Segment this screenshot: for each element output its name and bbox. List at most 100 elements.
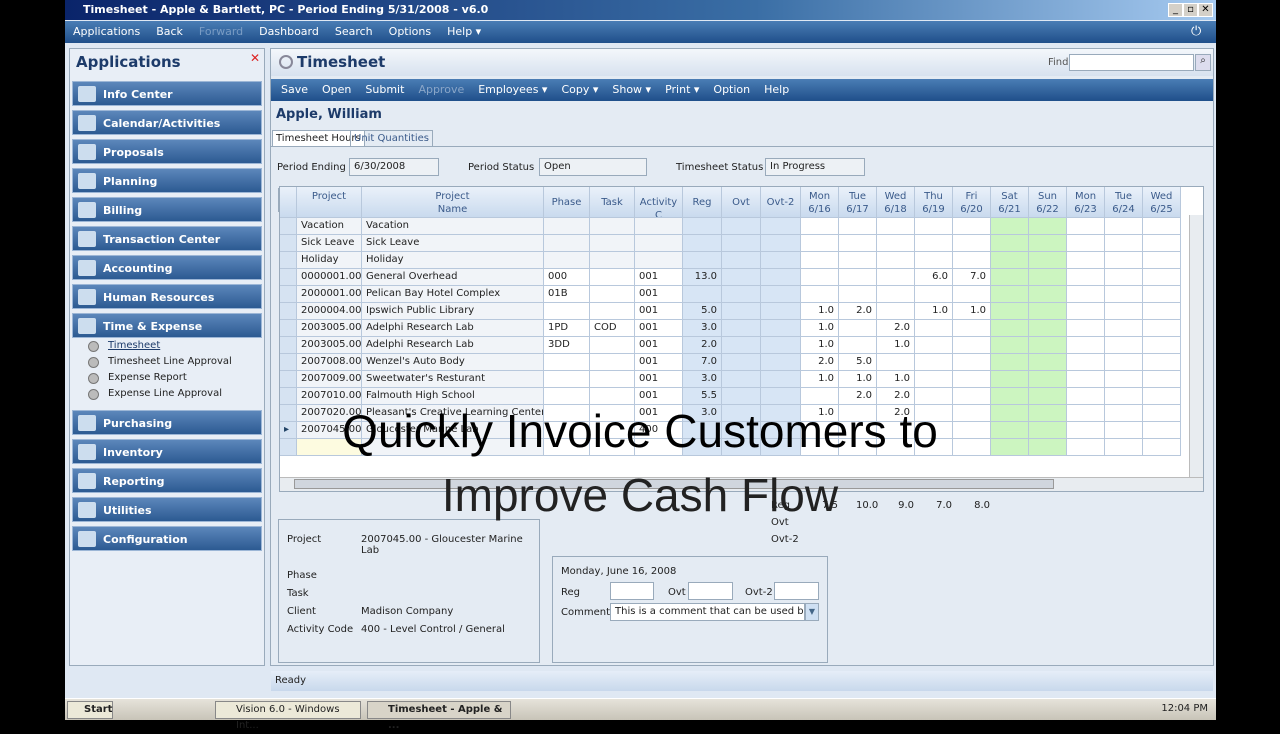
grid-cell[interactable]: 000 <box>544 269 590 286</box>
grid-cell[interactable]: 001 <box>635 286 683 303</box>
grid-cell[interactable] <box>877 303 915 320</box>
column-header[interactable]: Ovt-2 <box>761 187 801 218</box>
grid-cell[interactable] <box>590 337 635 354</box>
column-header[interactable]: Phase <box>544 187 590 218</box>
grid-cell[interactable] <box>635 218 683 235</box>
grid-cell[interactable] <box>1105 235 1143 252</box>
grid-cell[interactable] <box>839 252 877 269</box>
grid-cell[interactable] <box>761 337 801 354</box>
grid-cell[interactable] <box>1105 218 1143 235</box>
grid-cell[interactable]: 001 <box>635 371 683 388</box>
nav-back[interactable]: Back <box>156 21 183 43</box>
grid-cell[interactable] <box>1105 320 1143 337</box>
grid-cell[interactable] <box>1029 371 1067 388</box>
grid-cell[interactable] <box>544 252 590 269</box>
grid-cell[interactable] <box>1067 252 1105 269</box>
ovt2-input[interactable] <box>774 582 819 600</box>
column-header[interactable]: Sun 6/22 <box>1029 187 1067 218</box>
grid-cell[interactable] <box>722 303 761 320</box>
column-header[interactable]: Fri 6/20 <box>953 187 991 218</box>
grid-cell[interactable] <box>801 286 839 303</box>
grid-cell[interactable]: Sweetwater's Resturant <box>362 371 544 388</box>
grid-cell[interactable] <box>839 337 877 354</box>
grid-cell[interactable] <box>801 235 839 252</box>
grid-cell[interactable] <box>683 235 722 252</box>
row-selector[interactable] <box>280 218 297 235</box>
grid-cell[interactable] <box>761 371 801 388</box>
grid-cell[interactable] <box>915 252 953 269</box>
grid-cell[interactable] <box>635 235 683 252</box>
tab-unit-quantities[interactable]: Unit Quantities <box>350 130 433 147</box>
grid-cell[interactable]: 1.0 <box>801 303 839 320</box>
grid-cell[interactable] <box>991 252 1029 269</box>
column-header[interactable]: Mon 6/23 <box>1067 187 1105 218</box>
grid-cell[interactable] <box>635 252 683 269</box>
grid-cell[interactable] <box>722 235 761 252</box>
grid-cell[interactable] <box>991 354 1029 371</box>
grid-cell[interactable] <box>683 218 722 235</box>
sidebar-item-proposals[interactable]: Proposals <box>72 139 262 164</box>
grid-cell[interactable]: 2003005.00 <box>297 337 362 354</box>
grid-cell[interactable] <box>590 218 635 235</box>
grid-cell[interactable]: Holiday <box>362 252 544 269</box>
grid-cell[interactable]: Sick Leave <box>362 235 544 252</box>
copy-button[interactable]: Copy ▾ <box>561 79 598 101</box>
grid-cell[interactable] <box>877 218 915 235</box>
grid-cell[interactable]: 001 <box>635 354 683 371</box>
grid-cell[interactable] <box>590 235 635 252</box>
column-header[interactable]: Tue 6/24 <box>1105 187 1143 218</box>
grid-cell[interactable] <box>1067 337 1105 354</box>
column-header[interactable]: Ovt <box>722 187 761 218</box>
grid-cell[interactable] <box>839 269 877 286</box>
grid-cell[interactable]: 13.0 <box>683 269 722 286</box>
column-header[interactable]: Thu 6/19 <box>915 187 953 218</box>
grid-cell[interactable]: 1.0 <box>915 303 953 320</box>
grid-cell[interactable] <box>1029 235 1067 252</box>
column-header[interactable]: Sat 6/21 <box>991 187 1029 218</box>
grid-cell[interactable] <box>991 371 1029 388</box>
row-selector[interactable] <box>280 320 297 337</box>
grid-cell[interactable] <box>590 303 635 320</box>
sidebar-subitem-timesheet-line-approval[interactable]: Timesheet Line Approval <box>84 356 232 368</box>
grid-cell[interactable] <box>839 320 877 337</box>
grid-cell[interactable]: Sick Leave <box>297 235 362 252</box>
grid-cell[interactable] <box>953 286 991 303</box>
grid-cell[interactable] <box>991 269 1029 286</box>
grid-cell[interactable]: 1PD <box>544 320 590 337</box>
grid-cell[interactable]: Pelican Bay Hotel Complex <box>362 286 544 303</box>
grid-cell[interactable] <box>839 286 877 303</box>
grid-cell[interactable] <box>683 286 722 303</box>
grid-cell[interactable] <box>877 235 915 252</box>
grid-cell[interactable] <box>1067 218 1105 235</box>
grid-cell[interactable] <box>915 286 953 303</box>
start-button[interactable]: Start <box>67 701 114 719</box>
help-button[interactable]: Help <box>764 79 789 101</box>
grid-cell[interactable] <box>1143 320 1181 337</box>
grid-cell[interactable]: 2.0 <box>839 303 877 320</box>
grid-cell[interactable]: Holiday <box>297 252 362 269</box>
grid-cell[interactable] <box>1067 371 1105 388</box>
grid-cell[interactable] <box>761 252 801 269</box>
grid-cell[interactable] <box>801 269 839 286</box>
grid-cell[interactable] <box>1143 235 1181 252</box>
column-header[interactable]: Activity C <box>635 187 683 218</box>
grid-cell[interactable]: 2007009.00 <box>297 371 362 388</box>
grid-cell[interactable]: 3.0 <box>683 371 722 388</box>
grid-cell[interactable]: Adelphi Research Lab <box>362 320 544 337</box>
grid-cell[interactable] <box>877 286 915 303</box>
column-header[interactable]: Mon 6/16 <box>801 187 839 218</box>
maximize-button[interactable]: ▫ <box>1183 3 1198 17</box>
grid-cell[interactable] <box>544 371 590 388</box>
grid-cell[interactable] <box>1067 354 1105 371</box>
grid-cell[interactable] <box>915 218 953 235</box>
submit-button[interactable]: Submit <box>365 79 404 101</box>
grid-cell[interactable] <box>544 354 590 371</box>
grid-cell[interactable] <box>1143 371 1181 388</box>
grid-cell[interactable] <box>722 218 761 235</box>
grid-cell[interactable]: 2007008.00 <box>297 354 362 371</box>
row-selector[interactable] <box>280 252 297 269</box>
sidebar-subitem-expense-line-approval[interactable]: Expense Line Approval <box>84 388 222 400</box>
grid-cell[interactable]: 3DD <box>544 337 590 354</box>
grid-cell[interactable] <box>991 337 1029 354</box>
grid-cell[interactable]: 1.0 <box>877 371 915 388</box>
